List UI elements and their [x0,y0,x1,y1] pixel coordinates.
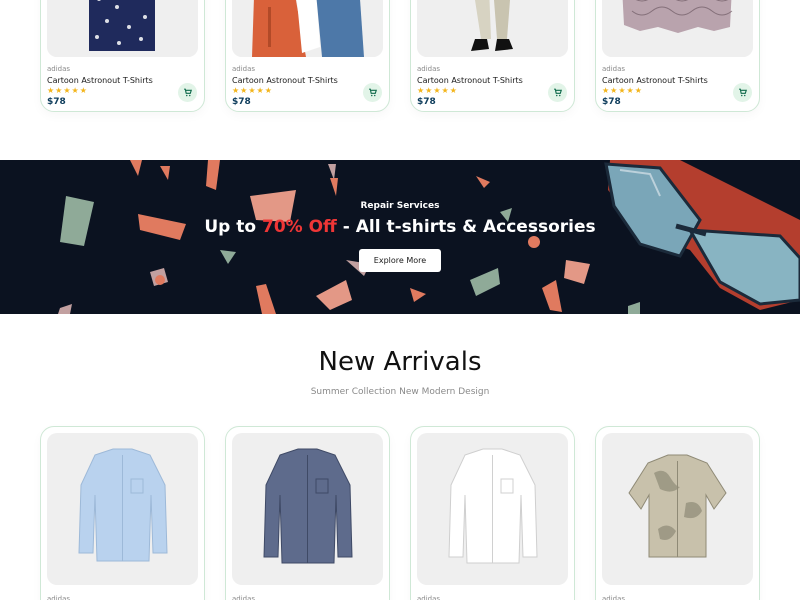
banner-confetti-graphic [58,160,800,314]
product-brand: adidas [602,65,626,73]
discount-highlight: 70% Off [262,217,337,237]
product-card[interactable]: adidas Cartoon Astronout T-Shirts ★★★★★ … [40,0,205,112]
section-title: New Arrivals [318,347,482,377]
cart-icon [554,88,562,97]
product-title[interactable]: Cartoon Astronout T-Shirts [232,76,383,85]
product-image[interactable] [232,433,383,585]
product-image[interactable] [232,0,383,57]
add-to-cart-button[interactable] [548,83,567,102]
rating-stars: ★★★★★ [47,86,88,95]
product-card[interactable]: adidas [225,426,390,600]
banner-headline-prefix: Up to [204,217,262,237]
product-title[interactable]: Cartoon Astronout T-Shirts [602,76,753,85]
rating-stars: ★★★★★ [232,86,273,95]
product-brand: adidas [232,65,256,73]
product-card[interactable]: adidas [40,426,205,600]
product-card[interactable]: adidas Cartoon Astronout T-Shirts ★★★★★ … [225,0,390,112]
rating-stars: ★★★★★ [602,86,643,95]
rating-stars: ★★★★★ [417,86,458,95]
product-card[interactable]: adidas [595,426,760,600]
product-image[interactable] [47,433,198,585]
product-image[interactable] [417,433,568,585]
cart-icon [739,88,747,97]
cart-icon [184,88,192,97]
featured-products-row: adidas Cartoon Astronout T-Shirts ★★★★★ … [40,0,760,112]
add-to-cart-button[interactable] [733,83,752,102]
product-price: $78 [47,97,66,107]
product-price: $78 [417,97,436,107]
product-card[interactable]: adidas [410,426,575,600]
section-subtitle: Summer Collection New Modern Design [310,387,490,397]
new-arrivals-row: adidas adidas adidas adidas [40,426,760,600]
add-to-cart-button[interactable] [178,83,197,102]
product-brand: adidas [417,595,441,600]
product-card[interactable]: adidas Cartoon Astronout T-Shirts ★★★★★ … [410,0,575,112]
product-image[interactable] [602,433,753,585]
product-brand: adidas [602,595,626,600]
banner-headline: Up to 70% Off - All t-shirts & Accessori… [0,217,800,237]
product-brand: adidas [47,65,71,73]
add-to-cart-button[interactable] [363,83,382,102]
product-card[interactable]: adidas Cartoon Astronout T-Shirts ★★★★★ … [595,0,760,112]
product-brand: adidas [417,65,441,73]
promo-banner [0,160,800,314]
product-image[interactable] [417,0,568,57]
product-image[interactable] [602,0,753,57]
cart-icon [369,88,377,97]
product-title[interactable]: Cartoon Astronout T-Shirts [417,76,568,85]
banner-kicker: Repair Services [360,201,440,211]
product-brand: adidas [232,595,256,600]
product-title[interactable]: Cartoon Astronout T-Shirts [47,76,198,85]
product-image[interactable] [47,0,198,57]
explore-more-button[interactable]: Explore More [359,249,441,272]
product-brand: adidas [47,595,71,600]
banner-headline-suffix: - All t-shirts & Accessories [336,217,596,237]
product-price: $78 [232,97,251,107]
product-price: $78 [602,97,621,107]
